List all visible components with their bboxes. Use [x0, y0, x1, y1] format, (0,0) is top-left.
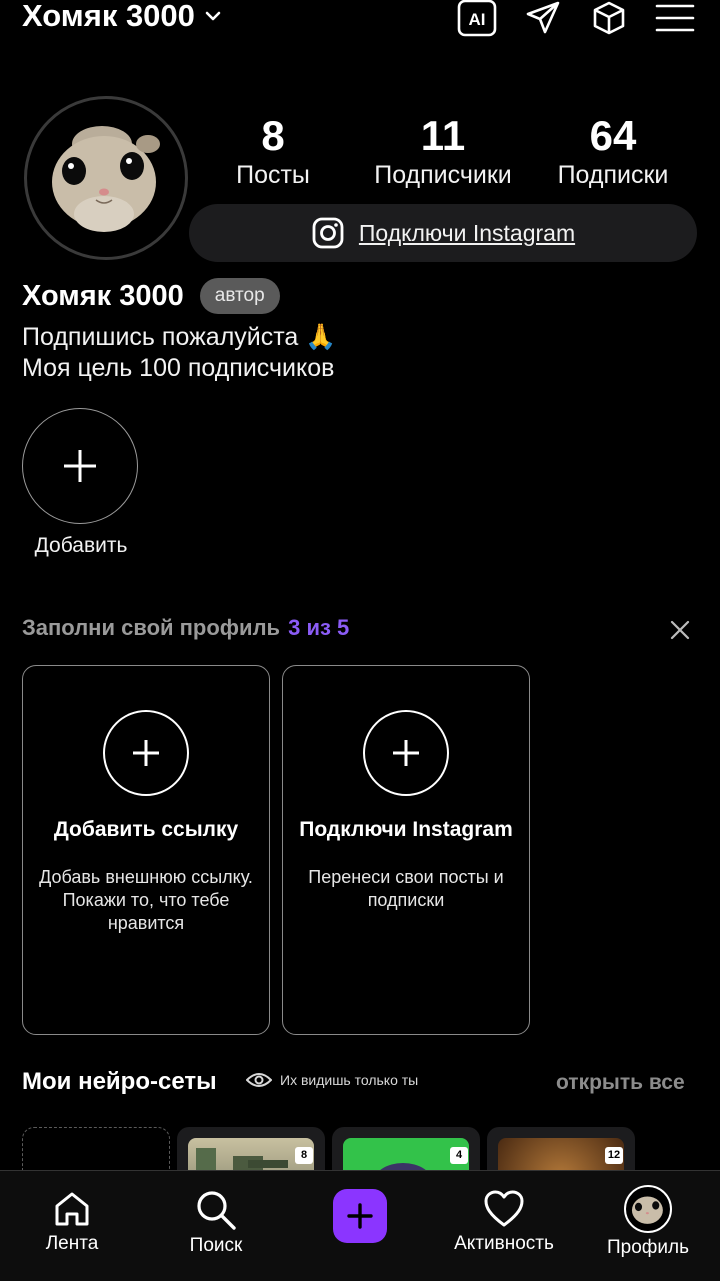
chevron-down-icon — [205, 11, 221, 21]
add-link-description: Добавь внешнюю ссылку. Покажи то, что те… — [39, 867, 253, 933]
home-icon — [55, 1192, 89, 1226]
connect-instagram-card-title: Подключи Instagram — [299, 818, 513, 841]
hamster-avatar-icon — [52, 126, 160, 232]
hamster-avatar-icon — [631, 1196, 663, 1224]
close-icon — [670, 620, 690, 640]
nav-profile[interactable]: Профиль — [598, 1185, 698, 1259]
followers-label: Подписчики — [374, 161, 512, 189]
search-icon — [197, 1191, 236, 1230]
following-count: 64 — [589, 112, 637, 159]
nav-activity[interactable]: Активность — [444, 1189, 564, 1255]
nav-activity-label: Активность — [454, 1233, 554, 1254]
add-link-card[interactable]: Добавить ссылку Добавь внешнюю ссылку. П… — [22, 665, 270, 1035]
nav-search[interactable]: Поиск — [176, 1189, 256, 1257]
followers-count: 11 — [420, 112, 466, 159]
hamburger-menu-icon — [655, 4, 695, 32]
neuro-sets-title: Мои нейро-сеты — [22, 1068, 217, 1095]
connect-instagram-plus-button[interactable] — [363, 710, 449, 796]
avatar-image — [32, 104, 180, 252]
following-label: Подписки — [557, 161, 669, 189]
heart-icon — [484, 1190, 524, 1227]
add-story-label: Добавить — [34, 534, 128, 557]
visibility-text: Их видишь только ты — [280, 1072, 419, 1088]
posts-stat[interactable]: 8 Посты — [213, 112, 333, 190]
nav-search-label: Поиск — [189, 1235, 243, 1256]
connect-instagram-button[interactable]: Подключи Instagram — [189, 204, 697, 262]
plus-icon — [347, 1203, 373, 1229]
bottom-navigation: Лента Поиск Активность Профиль — [0, 1170, 720, 1281]
account-switcher[interactable]: Хомяк 3000 — [22, 0, 223, 34]
add-story-button[interactable] — [22, 408, 138, 524]
posts-label: Посты — [236, 161, 310, 189]
instagram-icon — [312, 217, 344, 249]
plus-icon — [393, 740, 419, 766]
profile-avatar[interactable] — [24, 96, 188, 260]
connect-instagram-card-description: Перенеси свои посты и подписки — [308, 867, 504, 910]
neuro-set-count: 12 — [605, 1147, 623, 1164]
complete-profile-text: Заполни свой профиль — [22, 615, 281, 640]
complete-profile-title: Заполни свой профиль 3 из 5 — [22, 615, 349, 641]
eye-icon — [246, 1073, 272, 1087]
ai-button[interactable]: AI — [456, 0, 498, 38]
posts-count: 8 — [261, 112, 285, 159]
author-badge: автор — [199, 278, 280, 314]
cube-button[interactable] — [588, 0, 630, 38]
followers-stat[interactable]: 11 Подписчики — [358, 112, 528, 190]
bio-line-2: Моя цель 100 подписчиков — [22, 354, 335, 382]
close-complete-profile-button[interactable] — [664, 614, 696, 646]
create-button[interactable] — [333, 1189, 387, 1243]
connect-instagram-card[interactable]: Подключи Instagram Перенеси свои посты и… — [282, 665, 530, 1035]
menu-button[interactable] — [654, 0, 696, 38]
neuro-set-count: 8 — [295, 1147, 313, 1164]
name-row: Хомяк 3000 автор — [22, 278, 280, 314]
cube-icon — [593, 1, 625, 35]
ai-label: AI — [469, 10, 486, 29]
visibility-note: Их видишь только ты — [246, 1071, 418, 1089]
open-all-link[interactable]: открыть все — [556, 1071, 685, 1095]
paper-plane-icon — [526, 1, 560, 34]
add-link-plus-button[interactable] — [103, 710, 189, 796]
username: Хомяк 3000 — [22, 0, 195, 33]
nav-profile-label: Профиль — [606, 1237, 690, 1258]
connect-instagram-label: Подключи Instagram — [358, 219, 576, 246]
add-link-title: Добавить ссылку — [53, 818, 239, 841]
nav-feed[interactable]: Лента — [30, 1189, 114, 1255]
nav-profile-avatar — [624, 1185, 672, 1233]
send-button[interactable] — [522, 0, 564, 38]
complete-profile-progress: 3 из 5 — [288, 615, 350, 640]
top-bar: Хомяк 3000 AI — [0, 0, 720, 50]
following-stat[interactable]: 64 Подписки — [543, 112, 683, 190]
nav-feed-label: Лента — [45, 1233, 99, 1254]
plus-icon — [64, 450, 96, 482]
profile-name: Хомяк 3000 — [22, 279, 184, 312]
profile-bio: Подпишись пожалуйста 🙏 Моя цель 100 подп… — [22, 322, 336, 384]
neuro-set-count: 4 — [450, 1147, 468, 1164]
bio-line-1: Подпишись пожалуйста 🙏 — [22, 323, 337, 351]
plus-icon — [133, 740, 159, 766]
nav-create[interactable] — [333, 1189, 387, 1243]
ai-icon: AI — [457, 0, 497, 37]
